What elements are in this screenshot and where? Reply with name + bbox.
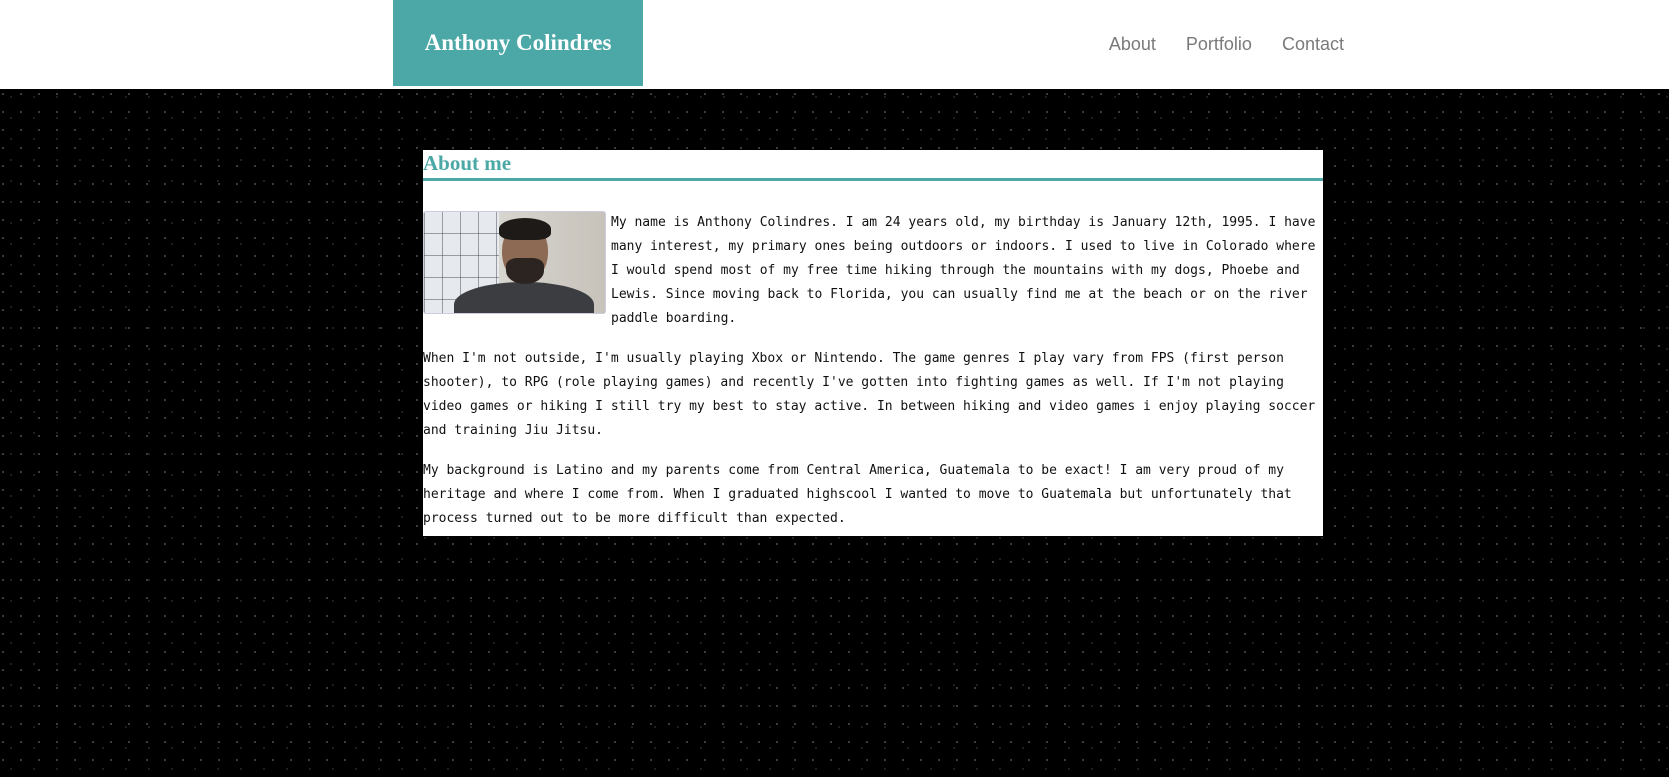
brand-box[interactable]: Anthony Colindres <box>393 0 643 86</box>
photo-beard <box>506 258 544 284</box>
paragraph-background: My background is Latino and my parents c… <box>423 463 1292 526</box>
photo-hair <box>499 218 551 240</box>
nav-link-contact[interactable]: Contact <box>1282 30 1344 58</box>
about-section: About me My name is Anthony Colindres. I… <box>423 150 1323 536</box>
main-nav: About Portfolio Contact <box>1079 30 1344 58</box>
profile-photo <box>423 211 606 314</box>
paragraph-hobbies: When I'm not outside, I'm usually playin… <box>423 351 1316 438</box>
brand-link[interactable]: Anthony Colindres <box>425 30 612 56</box>
intro-block: My name is Anthony Colindres. I am 24 ye… <box>423 211 1323 331</box>
site-header: Anthony Colindres About Portfolio Contac… <box>0 0 1669 89</box>
section-title: About me <box>423 150 1323 181</box>
nav-link-portfolio[interactable]: Portfolio <box>1186 30 1252 58</box>
nav-link-about[interactable]: About <box>1109 30 1156 58</box>
about-body: My name is Anthony Colindres. I am 24 ye… <box>423 211 1323 531</box>
